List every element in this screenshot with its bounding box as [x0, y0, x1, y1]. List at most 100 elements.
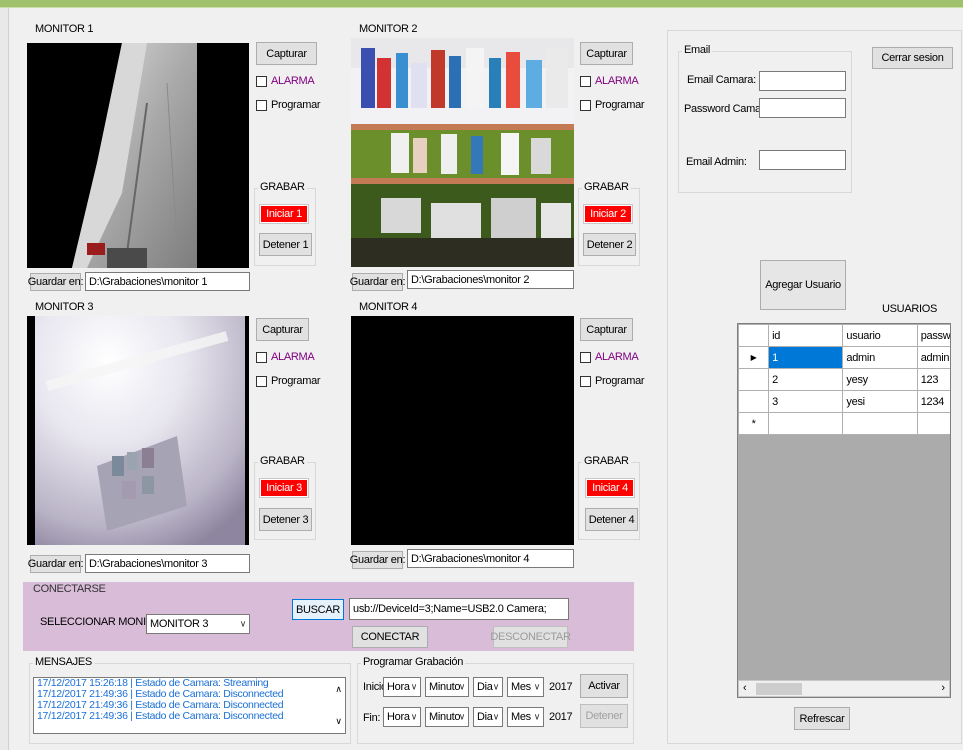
monitor-3-path-field[interactable]: D:\Grabaciones\monitor 3: [85, 554, 250, 573]
monitor-2-start-button[interactable]: Iniciar 2: [583, 204, 633, 224]
select-monitor-dropdown[interactable]: MONITOR 3 ∨: [146, 614, 250, 634]
checkbox-box-icon[interactable]: [256, 375, 267, 387]
activate-button[interactable]: Activar: [580, 674, 628, 698]
cell-password[interactable]: 123: [916, 368, 950, 391]
cell-id[interactable]: 1: [768, 346, 844, 369]
scrollbar-thumb[interactable]: [756, 683, 802, 695]
window-top-border: [0, 0, 963, 8]
monitor-1-path-field[interactable]: D:\Grabaciones\monitor 1: [85, 272, 250, 291]
monitor-2-video: [351, 38, 574, 267]
start-month-dropdown[interactable]: Mes ∨: [507, 677, 544, 697]
monitor-3-stop-button[interactable]: Detener 3: [259, 508, 312, 531]
monitor-1-schedule-checkbox[interactable]: Programar: [256, 99, 321, 111]
start-hour-dropdown[interactable]: Hora ∨: [383, 677, 421, 697]
monitor-4-alarm-checkbox[interactable]: ALARMA: [580, 351, 639, 363]
table-row[interactable]: ▶ 1 admin admin: [738, 346, 950, 369]
column-header-id[interactable]: id: [768, 324, 844, 347]
monitor-2-stop-button[interactable]: Detener 2: [583, 233, 636, 256]
start-minute-dropdown[interactable]: Minuto ∨: [425, 677, 469, 697]
cell-password[interactable]: 1234: [916, 390, 950, 413]
checkbox-box-icon[interactable]: [256, 351, 267, 363]
cell-id[interactable]: 2: [768, 368, 844, 391]
end-minute-dropdown[interactable]: Minuto ∨: [425, 707, 469, 727]
monitor-3-video: [27, 316, 249, 545]
cell-password[interactable]: admin: [916, 346, 950, 369]
search-button[interactable]: BUSCAR: [292, 599, 344, 620]
add-user-button[interactable]: Agregar Usuario: [760, 260, 846, 310]
monitor-4-stop-button[interactable]: Detener 4: [585, 508, 638, 531]
scroll-down-icon[interactable]: ∨: [335, 716, 342, 727]
column-header-password[interactable]: passw: [916, 324, 950, 347]
email-camera-field[interactable]: [759, 71, 846, 91]
scroll-up-icon[interactable]: ∧: [335, 684, 342, 695]
monitor-2-alarm-checkbox[interactable]: ALARMA: [580, 75, 639, 87]
chevron-down-icon[interactable]: ∨: [534, 682, 541, 693]
monitor-1-capture-button[interactable]: Capturar: [256, 42, 317, 65]
chevron-down-icon[interactable]: ∨: [411, 682, 418, 693]
monitor-1-save-label-button[interactable]: Guardar en:: [28, 273, 84, 291]
device-field[interactable]: usb://DeviceId=3;Name=USB2.0 Camera;: [349, 598, 569, 620]
monitor-3-alarm-checkbox[interactable]: ALARMA: [256, 351, 315, 363]
email-admin-field[interactable]: [759, 150, 846, 170]
cell-usuario[interactable]: [842, 412, 918, 435]
checkbox-box-icon[interactable]: [580, 99, 591, 111]
cell-password[interactable]: [916, 412, 950, 435]
monitor-4-schedule-checkbox[interactable]: Programar: [580, 375, 645, 387]
password-camera-field[interactable]: [759, 98, 846, 118]
monitor-1-start-button[interactable]: Iniciar 1: [259, 204, 309, 224]
left-edge-strip: [0, 8, 9, 750]
scroll-left-icon[interactable]: ‹: [743, 682, 747, 694]
chevron-down-icon[interactable]: ∨: [493, 682, 500, 693]
monitor-2-capture-button[interactable]: Capturar: [580, 42, 633, 65]
monitor-2-path-field[interactable]: D:\Grabaciones\monitor 2: [407, 270, 574, 289]
monitor-3-start-button[interactable]: Iniciar 3: [259, 478, 309, 498]
connect-button[interactable]: CONECTAR: [352, 626, 428, 648]
monitor-1-stop-button[interactable]: Detener 1: [259, 233, 312, 256]
chevron-down-icon[interactable]: ∨: [240, 619, 247, 630]
chevron-down-icon[interactable]: ∨: [459, 712, 466, 723]
horizontal-scrollbar[interactable]: ‹ ›: [738, 680, 950, 697]
monitor-2-save-label-button[interactable]: Guardar en:: [350, 273, 406, 291]
monitor-4-start-button[interactable]: Iniciar 4: [585, 478, 635, 498]
checkbox-box-icon[interactable]: [256, 99, 267, 111]
table-row[interactable]: 2 yesy 123: [738, 368, 950, 391]
scroll-right-icon[interactable]: ›: [941, 682, 945, 694]
cell-id[interactable]: 3: [768, 390, 844, 413]
checkbox-box-icon[interactable]: [580, 375, 591, 387]
schedule-stop-button[interactable]: Detener: [580, 704, 628, 728]
checkbox-box-icon[interactable]: [580, 351, 591, 363]
monitor-3-save-label-button[interactable]: Guardar en:: [28, 555, 84, 573]
new-row[interactable]: *: [738, 412, 950, 435]
column-header-usuario[interactable]: usuario: [842, 324, 918, 347]
table-row[interactable]: 3 yesi 1234: [738, 390, 950, 413]
cell-usuario[interactable]: yesy: [842, 368, 918, 391]
cell-id[interactable]: [768, 412, 844, 435]
end-month-dropdown[interactable]: Mes ∨: [507, 707, 544, 727]
start-day-dropdown[interactable]: Dia ∨: [473, 677, 503, 697]
monitor-4-save-label-button[interactable]: Guardar en:: [350, 551, 406, 569]
monitor-3-schedule-checkbox[interactable]: Programar: [256, 375, 321, 387]
chevron-down-icon[interactable]: ∨: [534, 712, 541, 723]
refresh-button[interactable]: Refrescar: [794, 707, 850, 730]
logout-button[interactable]: Cerrar sesion: [872, 47, 953, 69]
disconnect-button[interactable]: DESCONECTAR: [490, 626, 571, 648]
monitor-4-path-field[interactable]: D:\Grabaciones\monitor 4: [407, 549, 574, 568]
monitor-3-capture-button[interactable]: Capturar: [256, 318, 309, 341]
checkbox-box-icon[interactable]: [580, 75, 591, 87]
cell-usuario[interactable]: yesi: [842, 390, 918, 413]
monitor-4-title: MONITOR 4: [357, 301, 420, 313]
users-grid[interactable]: id usuario passw ▶ 1 admin admin 2 yesy …: [737, 323, 951, 698]
chevron-down-icon[interactable]: ∨: [411, 712, 418, 723]
end-day-dropdown[interactable]: Dia ∨: [473, 707, 503, 727]
chevron-down-icon[interactable]: ∨: [493, 712, 500, 723]
monitor-1-record-title: GRABAR: [258, 181, 307, 193]
messages-list[interactable]: 17/12/2017 15:26:18 | Estado de Camara: …: [33, 677, 346, 734]
checkbox-box-icon[interactable]: [256, 75, 267, 87]
chevron-down-icon[interactable]: ∨: [459, 682, 466, 693]
end-hour-dropdown[interactable]: Hora ∨: [383, 707, 421, 727]
cell-usuario[interactable]: admin: [842, 346, 918, 369]
monitor-2-schedule-checkbox[interactable]: Programar: [580, 99, 645, 111]
monitor-4-capture-button[interactable]: Capturar: [580, 318, 633, 341]
monitor-1-alarm-checkbox[interactable]: ALARMA: [256, 75, 315, 87]
monitor-3-title: MONITOR 3: [33, 301, 96, 313]
